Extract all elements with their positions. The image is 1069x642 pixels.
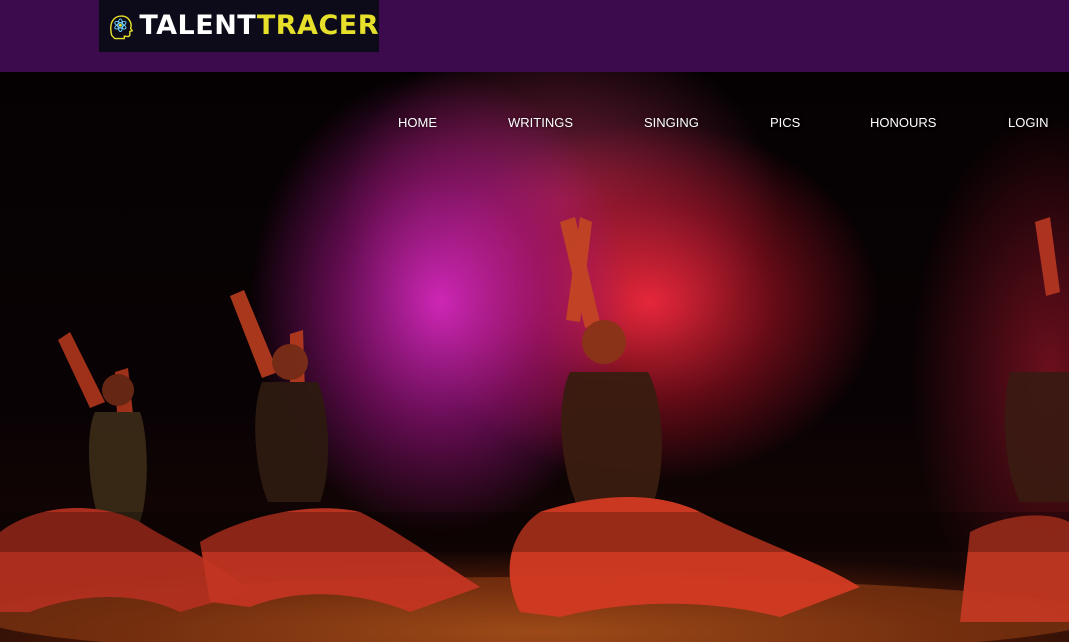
site-header: TALENTTRACER: [0, 0, 1069, 72]
nav-home[interactable]: HOME: [398, 112, 437, 134]
nav-singing[interactable]: SINGING: [644, 112, 699, 134]
logo-text-tracer: TRACER: [256, 10, 379, 41]
nav-pics[interactable]: PICS: [770, 112, 800, 134]
logo-text: TALENTTRACER: [139, 0, 379, 52]
logo-text-talent: TALENT: [139, 10, 257, 41]
main-nav: HOME WRITINGS SINGING PICS HONOURS LOGIN: [0, 112, 1069, 136]
dancers-illustration: [0, 217, 1069, 642]
hero-image: [0, 72, 1069, 642]
nav-login[interactable]: LOGIN: [1008, 112, 1048, 134]
site-logo[interactable]: TALENTTRACER: [99, 0, 379, 52]
nav-honours[interactable]: HONOURS: [870, 112, 936, 134]
head-atom-icon: [110, 15, 134, 40]
page: TALENTTRACER HOME WRITINGS SINGING PICS …: [0, 0, 1069, 642]
nav-writings[interactable]: WRITINGS: [508, 112, 573, 134]
